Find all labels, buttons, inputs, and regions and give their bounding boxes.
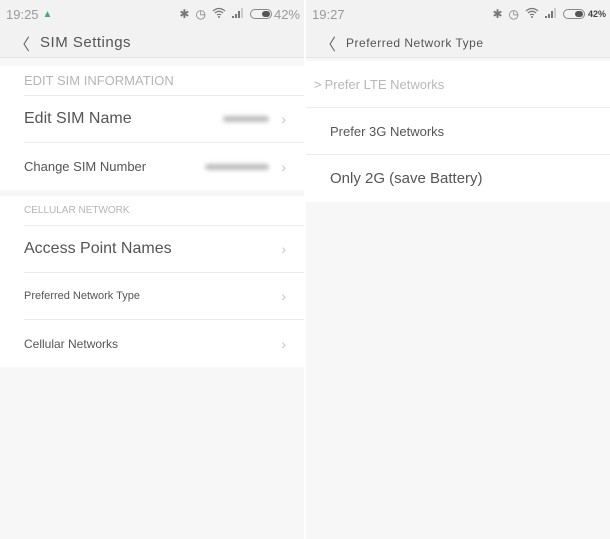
row-label: Change SIM Number bbox=[24, 159, 147, 174]
status-time: 19:25 bbox=[6, 6, 39, 22]
change-sim-number-row[interactable]: Change SIM Number › bbox=[24, 143, 304, 190]
title-bar: 〈 Preferred Network Type bbox=[306, 28, 610, 58]
bluetooth-icon: ✱ bbox=[179, 7, 190, 21]
cellular-networks-row[interactable]: Cellular Networks › bbox=[24, 320, 304, 367]
page-title: SIM Settings bbox=[40, 34, 132, 51]
cellular-network-section: CELLULAR NETWORK Access Point Names › Pr… bbox=[0, 196, 304, 367]
chevron-right-icon: › bbox=[281, 335, 286, 352]
selected-marker-icon: > bbox=[314, 76, 322, 92]
option-prefer-lte[interactable]: > Prefer LTE Networks bbox=[306, 61, 610, 108]
wifi-icon bbox=[525, 7, 539, 21]
section-header: CELLULAR NETWORK bbox=[24, 196, 304, 226]
row-label: Access Point Names bbox=[24, 240, 172, 257]
preferred-network-type-screen: 19:27 ✱ ◷ 42% 〈 Preferred Network Type >… bbox=[306, 0, 610, 539]
wifi-icon bbox=[212, 7, 226, 21]
signal-icon bbox=[544, 7, 557, 21]
status-time: 19:27 bbox=[312, 6, 345, 22]
row-label: Preferred Network Type bbox=[24, 290, 140, 302]
battery-icon bbox=[562, 9, 585, 19]
bluetooth-icon: ✱ bbox=[492, 7, 503, 21]
chevron-right-icon: › bbox=[281, 158, 286, 175]
sim-number-value-blurred bbox=[205, 163, 270, 170]
row-label: Cellular Networks bbox=[24, 336, 119, 351]
sim-name-value-blurred bbox=[223, 116, 270, 122]
battery-icon bbox=[249, 9, 272, 19]
sim-settings-screen: 19:25 ▲ ✱ ◷ 42% 〈 SIM Settings EDIT SIM … bbox=[0, 0, 304, 539]
option-label: Prefer 3G Networks bbox=[330, 123, 445, 139]
back-button[interactable]: 〈 bbox=[320, 31, 336, 55]
edit-sim-name-row[interactable]: Edit SIM Name › bbox=[24, 96, 304, 143]
preferred-network-type-row[interactable]: Preferred Network Type › bbox=[24, 273, 304, 320]
row-label: Edit SIM Name bbox=[24, 110, 132, 127]
section-header: EDIT SIM INFORMATION bbox=[24, 66, 304, 96]
chevron-right-icon: › bbox=[281, 111, 286, 127]
option-label: Only 2G (save Battery) bbox=[330, 170, 483, 187]
status-bar: 19:25 ▲ ✱ ◷ 42% bbox=[0, 0, 304, 28]
alarm-icon: ◷ bbox=[195, 7, 206, 21]
chevron-right-icon: › bbox=[281, 241, 286, 257]
access-point-names-row[interactable]: Access Point Names › bbox=[24, 226, 304, 273]
status-bar: 19:27 ✱ ◷ 42% bbox=[306, 0, 610, 28]
signal-icon bbox=[231, 7, 244, 21]
battery-percent: 42% bbox=[587, 9, 606, 19]
title-bar: 〈 SIM Settings bbox=[0, 28, 304, 58]
option-prefer-3g[interactable]: Prefer 3G Networks bbox=[306, 108, 610, 155]
option-label: Prefer LTE Networks bbox=[324, 76, 445, 92]
download-notification-icon: ▲ bbox=[42, 8, 53, 20]
option-only-2g[interactable]: Only 2G (save Battery) bbox=[306, 155, 610, 202]
edit-sim-section: EDIT SIM INFORMATION Edit SIM Name › Cha… bbox=[0, 66, 304, 190]
page-title: Preferred Network Type bbox=[346, 35, 484, 50]
network-type-options: > Prefer LTE Networks Prefer 3G Networks… bbox=[306, 61, 610, 202]
alarm-icon: ◷ bbox=[508, 7, 519, 21]
chevron-right-icon: › bbox=[281, 288, 286, 304]
battery-percent: 42% bbox=[273, 6, 300, 22]
back-button[interactable]: 〈 bbox=[14, 31, 30, 55]
